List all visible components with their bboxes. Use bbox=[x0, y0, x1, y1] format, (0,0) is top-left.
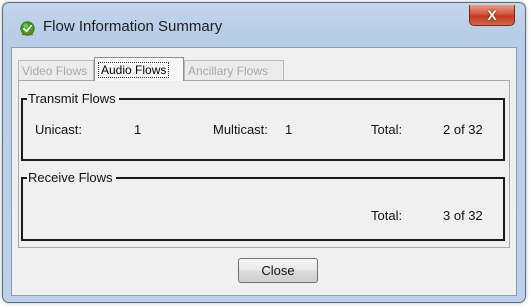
multicast-value: 1 bbox=[285, 122, 293, 137]
tab-video-flows[interactable]: Video Flows bbox=[18, 60, 94, 80]
total-label: Total: bbox=[371, 208, 403, 223]
tab-label: Video Flows bbox=[22, 63, 88, 78]
close-icon: X bbox=[487, 7, 497, 23]
tab-panel-audio: Transmit Flows Unicast: 1 Multicast: 1 T… bbox=[18, 80, 510, 248]
app-check-icon bbox=[20, 21, 35, 36]
tab-ancillary-flows[interactable]: Ancillary Flows bbox=[184, 60, 284, 80]
tab-audio-flows[interactable]: Audio Flows bbox=[94, 57, 184, 81]
close-button-label: Close bbox=[261, 263, 295, 278]
receive-flows-group: Receive Flows Total: 3 of 32 bbox=[21, 170, 505, 241]
total-value: 2 of 32 bbox=[443, 122, 483, 137]
multicast-label: Multicast: bbox=[213, 122, 268, 137]
window-title: Flow Information Summary bbox=[43, 18, 223, 35]
transmit-flows-group: Transmit Flows Unicast: 1 Multicast: 1 T… bbox=[21, 91, 505, 161]
dialog-client-area: Video Flows Audio Flows Ancillary Flows … bbox=[11, 47, 517, 296]
tab-label: Audio Flows bbox=[98, 61, 170, 78]
window-close-button[interactable]: X bbox=[469, 5, 515, 26]
total-value: 3 of 32 bbox=[443, 208, 483, 223]
unicast-value: 1 bbox=[134, 122, 142, 137]
tab-label: Ancillary Flows bbox=[188, 63, 269, 78]
total-label: Total: bbox=[371, 122, 403, 137]
unicast-label: Unicast: bbox=[35, 122, 82, 137]
close-button[interactable]: Close bbox=[238, 258, 318, 283]
dialog-window: Flow Information Summary X Video Flows A… bbox=[2, 2, 526, 303]
group-title: Receive Flows bbox=[27, 170, 116, 185]
group-title: Transmit Flows bbox=[27, 91, 119, 106]
